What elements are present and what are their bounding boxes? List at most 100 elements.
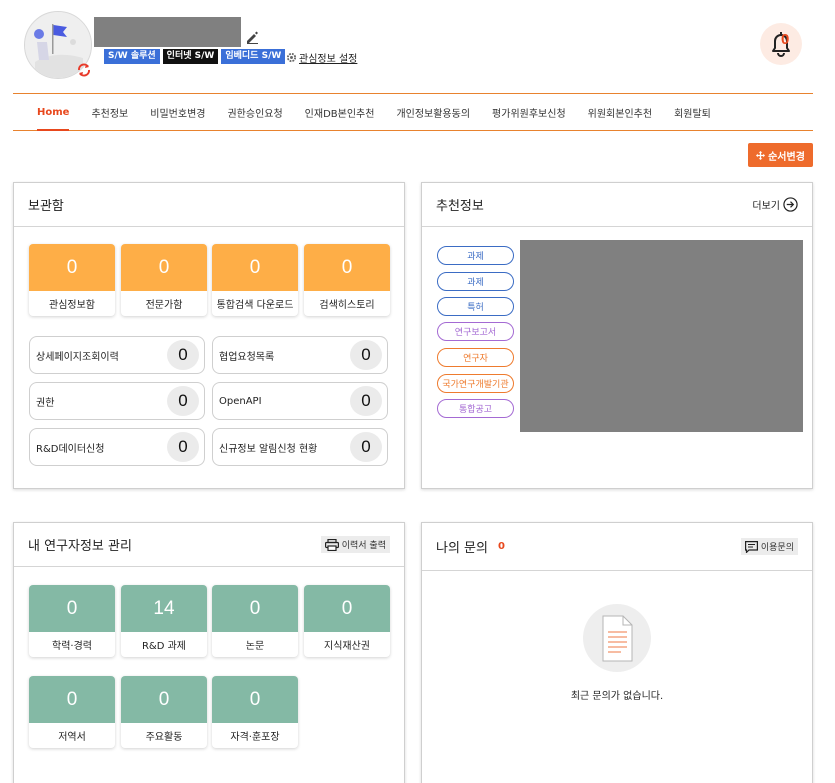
expertise-tag: 임베디드 S/W xyxy=(221,49,286,64)
nav-recommend[interactable]: 추천정보 xyxy=(80,94,139,130)
nav-talent-db-self[interactable]: 인재DB본인추천 xyxy=(294,94,386,130)
row-count: 0 xyxy=(167,340,199,370)
recommend-pill-project[interactable]: 과제 xyxy=(437,272,514,291)
refresh-icon[interactable] xyxy=(76,62,92,78)
storage-tile-interest[interactable]: 0 관심정보함 xyxy=(29,244,115,316)
recommend-pill-report[interactable]: 연구보고서 xyxy=(437,322,514,341)
recommend-title: 추천정보 xyxy=(436,199,484,214)
empty-inquiry-text: 최근 문의가 없습니다. xyxy=(570,691,664,702)
edit-pencil-icon[interactable] xyxy=(245,30,259,44)
tile-label: 자격·훈포장 xyxy=(230,732,280,743)
tile-label: 검색히스토리 xyxy=(319,300,375,311)
print-resume-button[interactable]: 이력서 출력 xyxy=(320,536,390,553)
inquiry-title: 나의 문의 xyxy=(436,541,488,556)
researcher-header: 내 연구자정보 관리 이력서 출력 xyxy=(14,523,404,567)
tile-label: 관심정보함 xyxy=(49,300,95,311)
tile-value: 0 xyxy=(304,585,390,632)
print-resume-label: 이력서 출력 xyxy=(341,541,386,551)
researcher-panel: 내 연구자정보 관리 이력서 출력 0 학력·경력 14 R&D 과제 0 논문… xyxy=(13,522,405,783)
researcher-tile-ip[interactable]: 0 지식재산권 xyxy=(304,585,390,657)
tile-value: 0 xyxy=(29,244,115,291)
nav-home[interactable]: Home xyxy=(26,94,80,131)
tile-value: 14 xyxy=(121,585,207,632)
tile-value: 0 xyxy=(29,676,115,723)
expertise-tags: S/W 솔루션 인터넷 S/W 임베디드 S/W xyxy=(104,49,286,64)
inquiry-count: 0 xyxy=(497,541,505,552)
nav-permission-request[interactable]: 권한승인요청 xyxy=(216,94,293,130)
tile-value: 0 xyxy=(304,244,390,291)
recommend-panel: 추천정보 더보기 과제 과제 특허 연구보고서 연구자 국가연구개발기관 통합공… xyxy=(421,182,813,489)
tile-value: 0 xyxy=(212,676,298,723)
row-count: 0 xyxy=(350,386,382,416)
tile-label: 통합검색 다운로드 xyxy=(216,300,294,311)
nav-evaluator-apply[interactable]: 평가위원후보신청 xyxy=(481,94,577,130)
inquiry-header: 나의 문의 0 이용문의 xyxy=(422,523,812,571)
tile-value: 0 xyxy=(212,244,298,291)
printer-icon xyxy=(324,538,339,551)
tile-label: 지식재산권 xyxy=(324,641,370,652)
row-label: 상세페이지조회이력 xyxy=(36,351,119,363)
tile-label: R&D 과제 xyxy=(141,641,187,652)
more-link[interactable]: 더보기 xyxy=(752,197,798,212)
researcher-tile-rnd[interactable]: 14 R&D 과제 xyxy=(121,585,207,657)
nav-password-change[interactable]: 비밀번호변경 xyxy=(139,94,216,130)
recommend-pill-researcher[interactable]: 연구자 xyxy=(437,348,514,367)
recommend-pill-institution[interactable]: 국가연구개발기관 xyxy=(437,374,514,393)
reorder-button[interactable]: 순서변경 xyxy=(748,143,813,167)
nav-privacy-consent[interactable]: 개인정보활용동의 xyxy=(385,94,481,130)
storage-header: 보관함 xyxy=(14,183,404,227)
expertise-tag: S/W 솔루션 xyxy=(104,49,160,64)
researcher-tile-education[interactable]: 0 학력·경력 xyxy=(29,585,115,657)
tile-label: 논문 xyxy=(245,641,265,652)
storage-row-permission[interactable]: 권한 0 xyxy=(29,382,205,420)
storage-row-openapi[interactable]: OpenAPI 0 xyxy=(212,382,388,420)
interest-settings-link[interactable]: 관심정보 설정 xyxy=(286,50,357,65)
researcher-tile-activities[interactable]: 0 주요활동 xyxy=(121,676,207,748)
storage-row-new-alert[interactable]: 신규정보 알림신청 현황 0 xyxy=(212,428,388,466)
tile-label: 전문가함 xyxy=(145,300,183,311)
storage-row-rnd-data[interactable]: R&D데이터신청 0 xyxy=(29,428,205,466)
tile-label: 주요활동 xyxy=(145,732,183,743)
arrow-circle-right-icon xyxy=(783,197,798,212)
row-count: 0 xyxy=(350,432,382,462)
tile-value: 0 xyxy=(121,244,207,291)
row-label: OpenAPI xyxy=(219,395,262,407)
tile-value: 0 xyxy=(29,585,115,632)
storage-row-detail-history[interactable]: 상세페이지조회이력 0 xyxy=(29,336,205,374)
interest-settings-label: 관심정보 설정 xyxy=(299,54,358,65)
gear-icon xyxy=(286,52,297,63)
more-label: 더보기 xyxy=(752,201,780,212)
storage-tile-download[interactable]: 0 통합검색 다운로드 xyxy=(212,244,298,316)
researcher-tile-paper[interactable]: 0 논문 xyxy=(212,585,298,657)
recommend-pill-patent[interactable]: 특허 xyxy=(437,297,514,316)
storage-row-collab-requests[interactable]: 협업요청목록 0 xyxy=(212,336,388,374)
notification-count: 0 xyxy=(781,31,790,48)
researcher-tile-books[interactable]: 0 저역서 xyxy=(29,676,115,748)
row-label: R&D데이터신청 xyxy=(36,443,105,455)
move-icon xyxy=(756,150,766,160)
storage-tile-search-history[interactable]: 0 검색히스토리 xyxy=(304,244,390,316)
recommend-pill-announcement[interactable]: 통합공고 xyxy=(437,399,514,418)
row-label: 신규정보 알림신청 현황 xyxy=(219,443,318,455)
message-icon xyxy=(744,540,758,553)
row-count: 0 xyxy=(350,340,382,370)
researcher-tile-awards[interactable]: 0 자격·훈포장 xyxy=(212,676,298,748)
inquiry-button[interactable]: 이용문의 xyxy=(740,538,798,555)
tile-value: 0 xyxy=(121,676,207,723)
nav-committee-self[interactable]: 위원회본인추천 xyxy=(577,94,663,130)
row-count: 0 xyxy=(167,386,199,416)
empty-document-icon xyxy=(583,604,651,672)
researcher-title: 내 연구자정보 관리 xyxy=(28,539,132,554)
nav-withdraw[interactable]: 회원탈퇴 xyxy=(663,94,722,130)
inquiry-button-label: 이용문의 xyxy=(760,543,794,553)
storage-tile-expert[interactable]: 0 전문가함 xyxy=(121,244,207,316)
recommend-pill-project[interactable]: 과제 xyxy=(437,246,514,265)
row-label: 협업요청목록 xyxy=(219,351,275,363)
row-count: 0 xyxy=(167,432,199,462)
expertise-tag: 인터넷 S/W xyxy=(162,49,219,64)
recommend-content-redacted xyxy=(520,240,803,432)
storage-title: 보관함 xyxy=(28,199,64,214)
reorder-label: 순서변경 xyxy=(768,151,805,163)
storage-panel: 보관함 0 관심정보함 0 전문가함 0 통합검색 다운로드 0 검색히스토리 … xyxy=(13,182,405,489)
inquiry-panel: 나의 문의 0 이용문의 최근 문의가 없습니다. xyxy=(421,522,813,783)
